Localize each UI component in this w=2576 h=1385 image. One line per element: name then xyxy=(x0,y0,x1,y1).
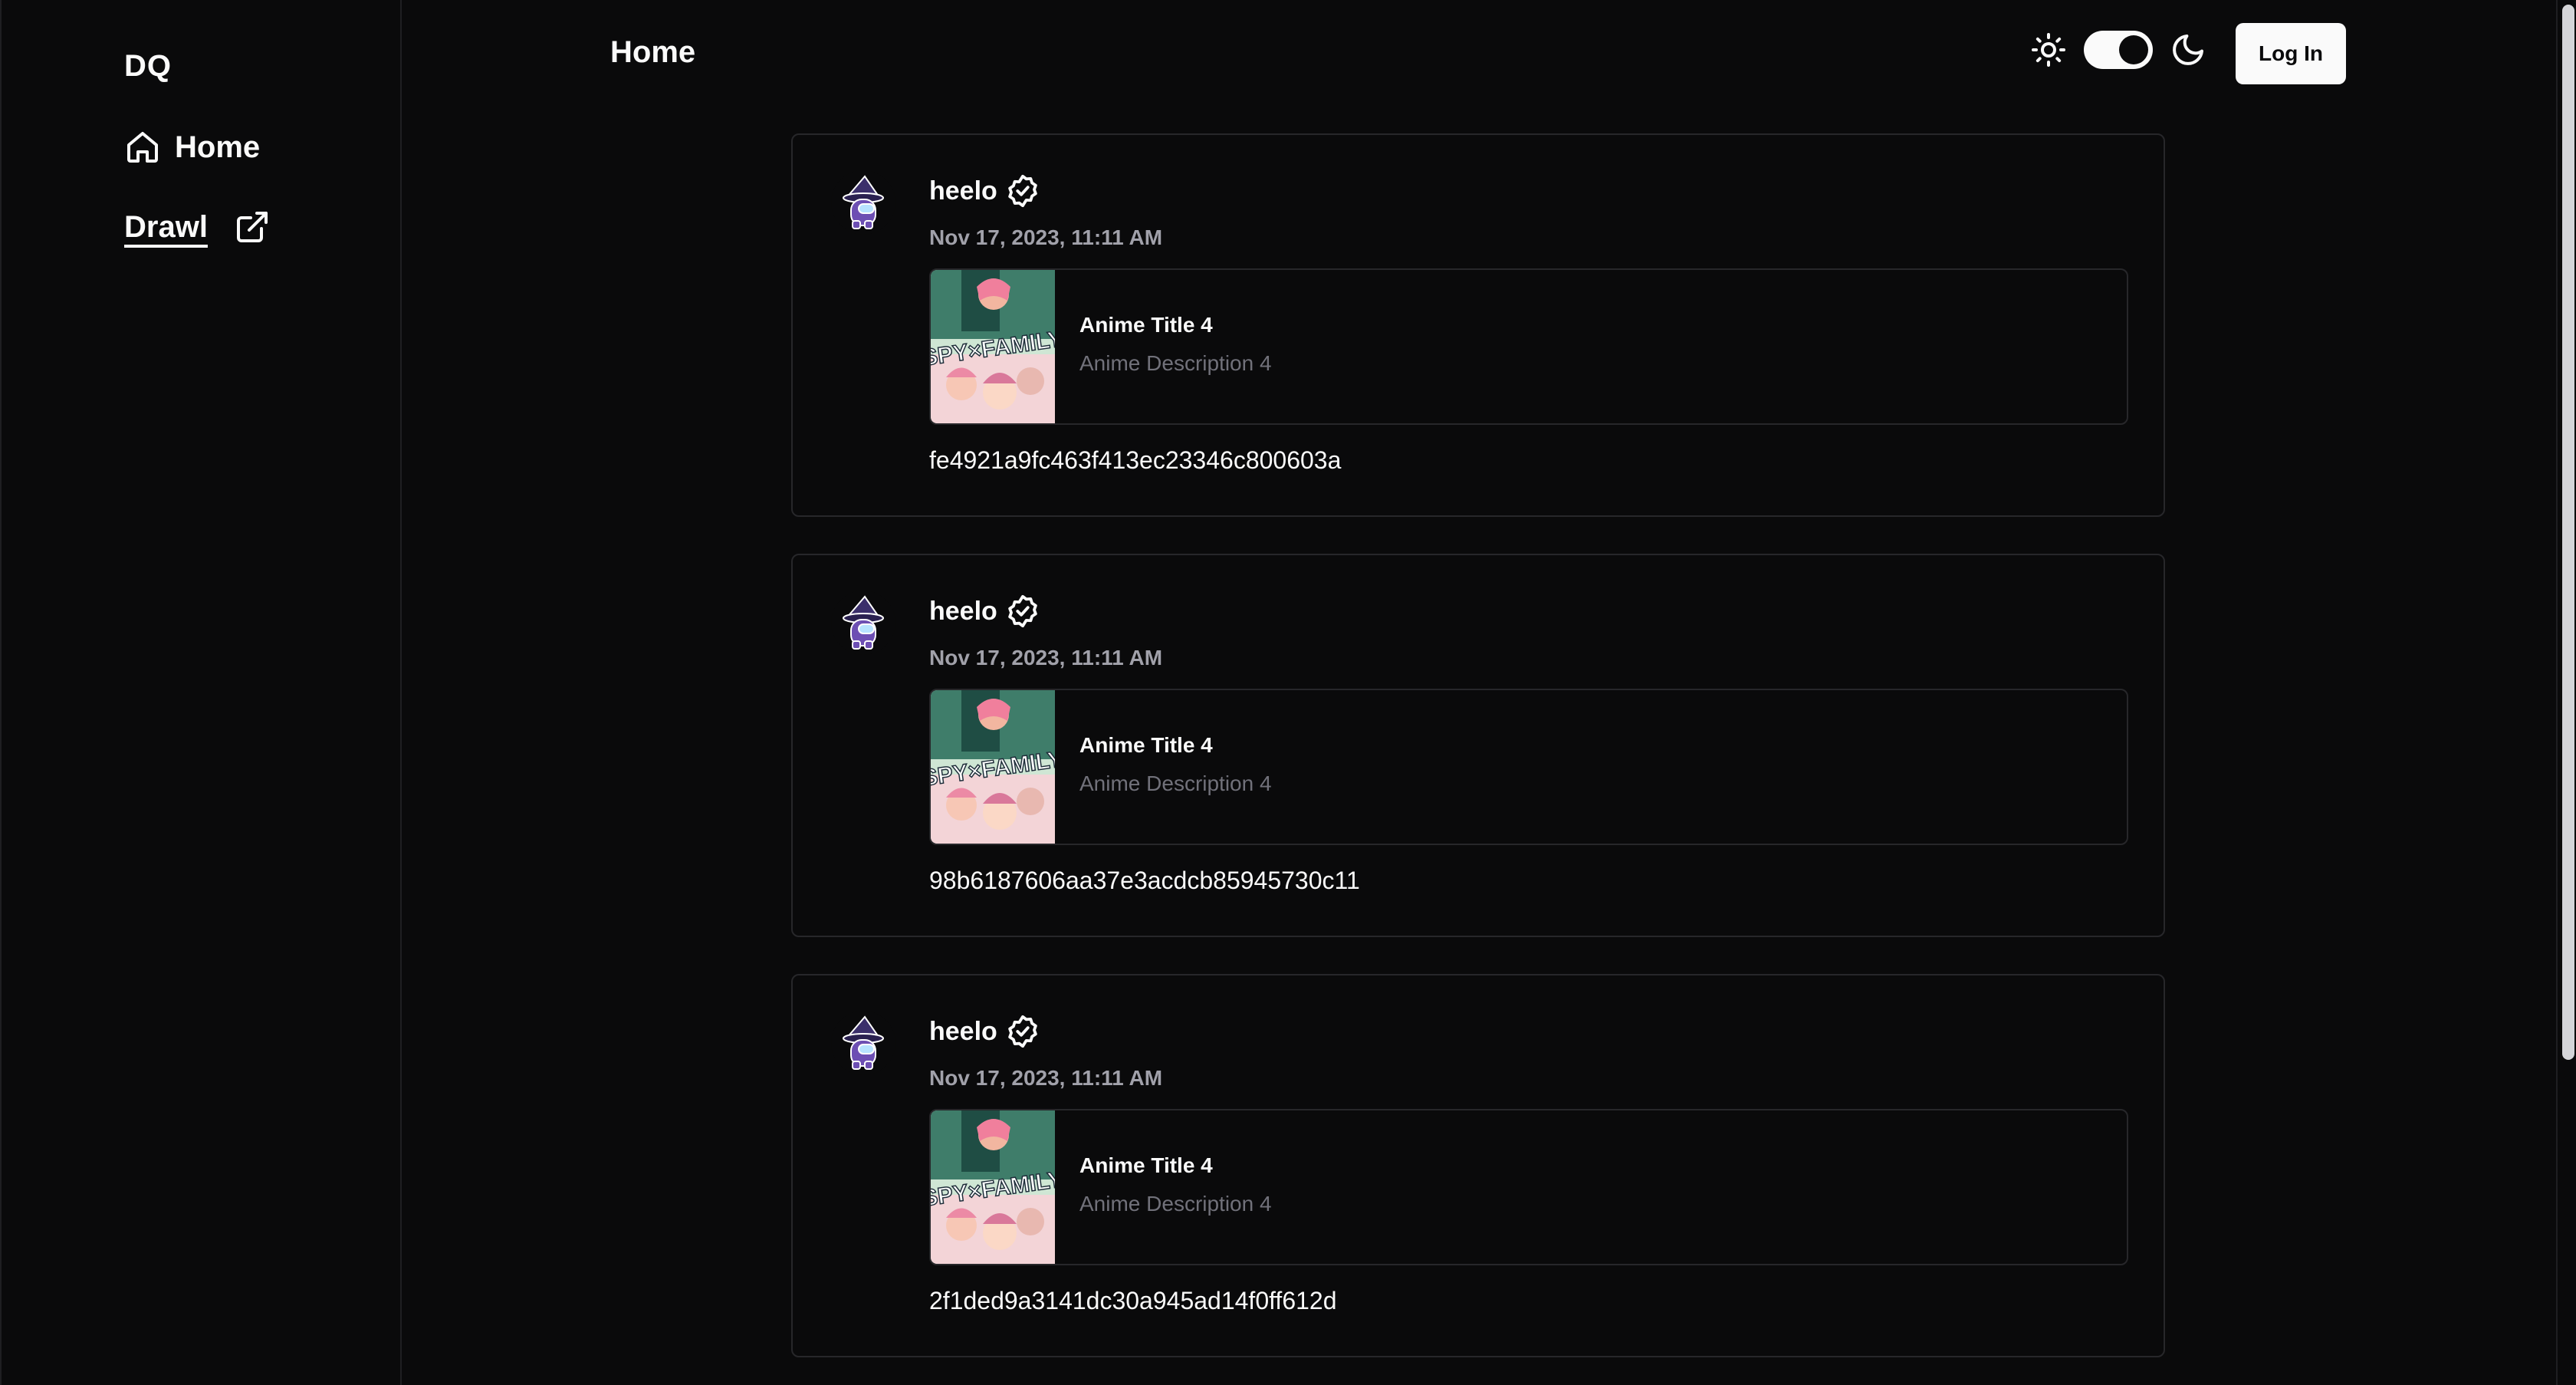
scrollbar-thumb[interactable] xyxy=(2562,5,2574,1060)
external-link-icon xyxy=(236,212,268,242)
anime-title: Anime Title 4 xyxy=(1079,1153,1213,1177)
post-body: 2f1ded9a3141dc30a945ad14f0ff612d xyxy=(929,1287,1337,1314)
anime-title: Anime Title 4 xyxy=(1079,313,1213,337)
sidebar-item-home[interactable]: Home xyxy=(124,129,260,166)
witch-crewmate-avatar xyxy=(831,170,895,235)
avatar[interactable] xyxy=(831,1011,895,1075)
page-title: Home xyxy=(610,35,696,69)
anime-cover-image: SPY×FAMILY xyxy=(931,1110,1055,1264)
post-author[interactable]: heelo xyxy=(929,1014,1040,1049)
home-icon xyxy=(127,132,158,163)
toggle-knob xyxy=(2119,35,2148,64)
brand-logo[interactable]: DQ xyxy=(124,49,172,84)
anime-description: Anime Description 4 xyxy=(1079,1192,1272,1216)
moon-icon[interactable] xyxy=(2170,31,2206,68)
post-timestamp: Nov 17, 2023, 11:11 AM xyxy=(929,1066,1163,1090)
sun-icon[interactable] xyxy=(2030,31,2067,68)
login-button[interactable]: Log In xyxy=(2236,23,2346,84)
theme-controls xyxy=(2030,31,2206,69)
post-timestamp: Nov 17, 2023, 11:11 AM xyxy=(929,225,1163,249)
avatar[interactable] xyxy=(831,170,895,235)
verified-badge-icon xyxy=(1008,1015,1037,1048)
author-name: heelo xyxy=(929,176,997,206)
post-card: heelo Nov 17, 2023, 11:11 AM SPY×FAMILY … xyxy=(791,554,2165,937)
sidebar-item-drawl[interactable]: Drawl xyxy=(124,209,271,245)
sidebar: DQ Home Drawl xyxy=(2,0,402,1385)
anime-card[interactable]: SPY×FAMILY Anime Title 4 Anime Descripti… xyxy=(929,1109,2128,1265)
witch-crewmate-avatar xyxy=(831,591,895,655)
theme-toggle[interactable] xyxy=(2084,31,2153,69)
avatar[interactable] xyxy=(831,591,895,655)
post-body: 98b6187606aa37e3acdcb85945730c11 xyxy=(929,867,1360,894)
anime-cover-image: SPY×FAMILY xyxy=(931,690,1055,844)
post-body: fe4921a9fc463f413ec23346c800603a xyxy=(929,446,1342,474)
verified-badge-icon xyxy=(1008,594,1037,628)
witch-crewmate-avatar xyxy=(831,1011,895,1075)
post-author[interactable]: heelo xyxy=(929,594,1040,629)
anime-description: Anime Description 4 xyxy=(1079,771,1272,795)
anime-cover-image: SPY×FAMILY xyxy=(931,270,1055,423)
sidebar-item-label: Home xyxy=(175,130,261,164)
vertical-scrollbar[interactable] xyxy=(2556,0,2576,1385)
author-name: heelo xyxy=(929,1016,997,1046)
anime-description: Anime Description 4 xyxy=(1079,351,1272,375)
post-author[interactable]: heelo xyxy=(929,173,1040,209)
anime-card[interactable]: SPY×FAMILY Anime Title 4 Anime Descripti… xyxy=(929,689,2128,845)
author-name: heelo xyxy=(929,596,997,626)
verified-badge-icon xyxy=(1008,174,1037,208)
anime-card[interactable]: SPY×FAMILY Anime Title 4 Anime Descripti… xyxy=(929,268,2128,425)
post-timestamp: Nov 17, 2023, 11:11 AM xyxy=(929,646,1163,669)
sidebar-item-label: Drawl xyxy=(124,209,208,244)
post-card: heelo Nov 17, 2023, 11:11 AM SPY×FAMILY … xyxy=(791,974,2165,1357)
anime-title: Anime Title 4 xyxy=(1079,733,1213,757)
post-card: heelo Nov 17, 2023, 11:11 AM SPY×FAMILY … xyxy=(791,133,2165,517)
app-window: DQ Home Drawl Home Log In heelo Nov 17, … xyxy=(0,0,2576,1385)
